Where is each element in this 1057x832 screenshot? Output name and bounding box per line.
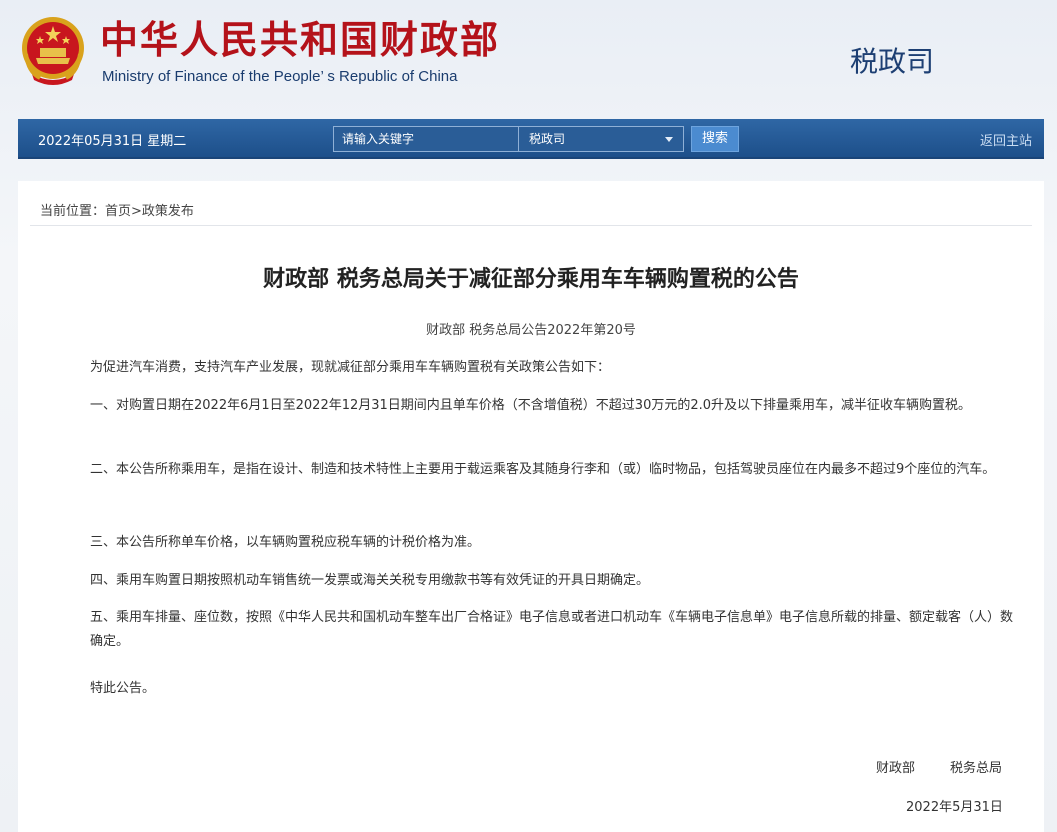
current-date: 2022年05月31日 星期二 [38, 134, 187, 149]
site-header: 中华人民共和国财政部 Ministry of Finance of the Pe… [0, 0, 1057, 118]
paragraph-intro: 为促进汽车消费，支持汽车产业发展，现就减征部分乘用车车辆购置税有关政策公告如下： [60, 356, 1020, 380]
search-input[interactable]: 请输入关键字 [333, 126, 523, 152]
content-panel: 当前位置：首页>政策发布 财政部 税务总局关于减征部分乘用车车辆购置税的公告 财… [18, 181, 1044, 832]
paragraph-2: 二、本公告所称乘用车，是指在设计、制造和技术特性上主要用于载运乘客及其随身行李和… [60, 458, 1020, 482]
search-button[interactable]: 搜索 [691, 126, 739, 152]
paragraph-closing: 特此公告。 [60, 677, 1020, 701]
paragraph-3: 三、本公告所称单车价格，以车辆购置税应税车辆的计税价格为准。 [60, 531, 1020, 555]
breadcrumb: 当前位置：首页>政策发布 [40, 204, 194, 219]
announcement-date: 2022年5月31日 [906, 800, 1003, 815]
signatory-finance: 财政部 [876, 761, 916, 776]
paragraph-text: 三、本公告所称单车价格，以车辆购置税应税车辆的计税价格为准。 [90, 535, 481, 550]
signatory-tax: 税务总局 [950, 761, 1003, 776]
paragraph-text: 五、乘用车排量、座位数，按照《中华人民共和国机动车整车出厂合格证》电子信息或者进… [90, 610, 1014, 649]
nav-bar: 2022年05月31日 星期二 请输入关键字 税政司 搜索 返回主站 [18, 119, 1044, 159]
paragraph-text: 二、本公告所称乘用车，是指在设计、制造和技术特性上主要用于载运乘客及其随身行李和… [90, 462, 996, 477]
paragraph-4: 四、乘用车购置日期按照机动车销售统一发票或海关关税专用缴款书等有效凭证的开具日期… [60, 569, 1020, 593]
paragraph-text: 特此公告。 [90, 681, 156, 696]
paragraph-5: 五、乘用车排量、座位数，按照《中华人民共和国机动车整车出厂合格证》电子信息或者进… [60, 606, 1020, 654]
paragraph-1: 一、对购置日期在2022年6月1日至2022年12月31日期间内且单车价格（不含… [60, 394, 1020, 418]
paragraph-text: 四、乘用车购置日期按照机动车销售统一发票或海关关税专用缴款书等有效凭证的开具日期… [90, 573, 650, 588]
article-title: 财政部 税务总局关于减征部分乘用车车辆购置税的公告 [263, 267, 799, 292]
document-number: 财政部 税务总局公告2022年第20号 [426, 323, 636, 338]
department-select[interactable]: 税政司 [518, 126, 684, 152]
paragraph-text: 为促进汽车消费，支持汽车产业发展，现就减征部分乘用车车辆购置税有关政策公告如下： [90, 360, 611, 375]
divider [30, 225, 1032, 226]
site-name-en[interactable]: Ministry of Finance of the People’ s Rep… [102, 68, 457, 85]
return-home-link[interactable]: 返回主站 [980, 130, 1032, 149]
site-name-cn[interactable]: 中华人民共和国财政部 [100, 18, 500, 62]
chevron-down-icon [665, 137, 673, 142]
national-emblem-icon[interactable] [18, 14, 88, 90]
department-select-value: 税政司 [529, 132, 566, 146]
paragraph-text: 一、对购置日期在2022年6月1日至2022年12月31日期间内且单车价格（不含… [90, 398, 972, 413]
department-name: 税政司 [850, 45, 935, 78]
